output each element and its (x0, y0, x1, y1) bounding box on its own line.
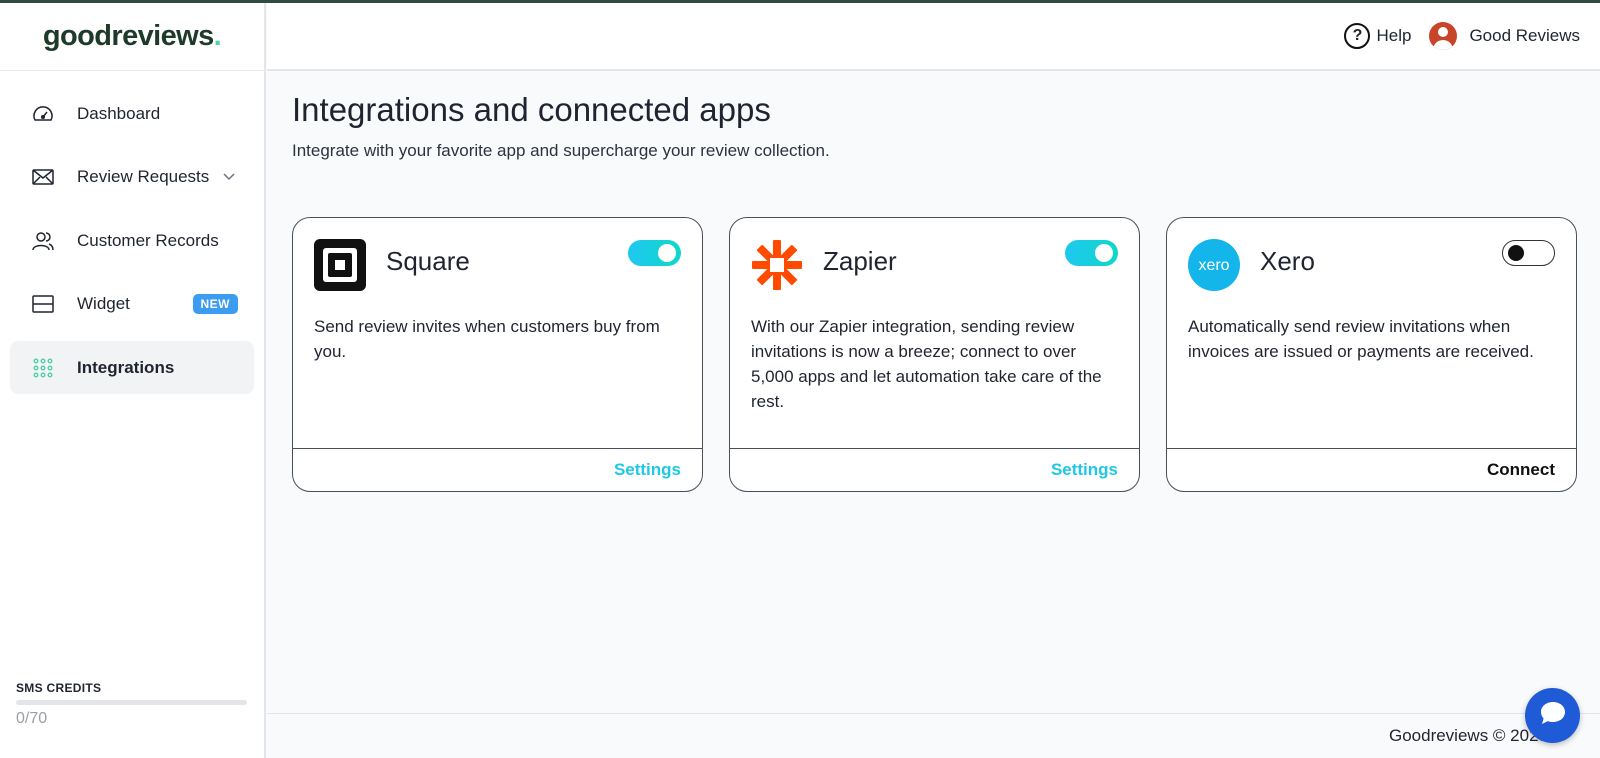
logo-area: goodreviews. (0, 3, 264, 71)
copyright-text: Goodreviews © 2023 (1388, 726, 1548, 745)
page-subtitle: Integrate with your favorite app and sup… (292, 141, 830, 160)
sidebar-item-dashboard[interactable]: Dashboard (10, 87, 254, 140)
zapier-logo-icon (751, 239, 803, 291)
sms-credits-label: SMS CREDITS (16, 681, 102, 695)
square-toggle[interactable] (628, 240, 681, 266)
sidebar-item-integrations[interactable]: Integrations (10, 341, 254, 394)
xero-connect-button[interactable]: Connect (1487, 460, 1555, 480)
integration-name: Zapier (823, 246, 897, 276)
integration-name: Square (386, 246, 470, 276)
chat-bubble-icon (1539, 700, 1567, 731)
card-footer: Connect (1167, 448, 1576, 491)
toggle-knob (1095, 244, 1113, 262)
sidebar-item-review-requests[interactable]: Review Requests (10, 151, 254, 204)
sidebar-item-widget[interactable]: Widget NEW (10, 278, 254, 331)
sms-credits: SMS CREDITS 0/70 (16, 681, 247, 728)
toggle-knob (658, 244, 676, 262)
integration-cards: Square Send review invites when customer… (292, 217, 1577, 492)
page-footer: Goodreviews © 2023 (267, 713, 1600, 758)
users-icon (32, 230, 54, 252)
top-header: ? Help Good Reviews (267, 3, 1600, 71)
new-badge: NEW (192, 294, 238, 314)
help-link[interactable]: ? Help (1344, 23, 1411, 49)
sidebar: goodreviews. Dashboard Review Requests C… (0, 3, 266, 758)
sidebar-item-label: Dashboard (77, 103, 161, 123)
gauge-icon (32, 103, 54, 125)
grid-dots-icon (32, 357, 54, 379)
integration-card-square: Square Send review invites when customer… (292, 217, 703, 492)
xero-logo-icon: xero (1188, 239, 1240, 291)
integration-description: Automatically send review invitations wh… (1188, 317, 1534, 361)
sms-credits-bar (16, 700, 247, 705)
card-footer: Settings (293, 448, 702, 491)
sidebar-item-label: Review Requests (77, 167, 210, 186)
question-circle-icon: ? (1344, 23, 1371, 49)
sidebar-item-label: Widget (77, 294, 130, 313)
square-logo-icon (314, 239, 366, 291)
xero-toggle[interactable] (1502, 240, 1555, 266)
card-footer: Settings (730, 448, 1139, 491)
main-content: Integrations and connected apps Integrat… (267, 73, 1600, 713)
integration-name: Xero (1260, 246, 1315, 276)
integration-card-xero: xero Xero Automatically send review invi… (1166, 217, 1577, 492)
avatar (1429, 22, 1458, 50)
layout-icon (32, 293, 54, 315)
integration-description: Send review invites when customers buy f… (314, 317, 660, 361)
envelope-icon (32, 166, 54, 188)
chat-launcher-button[interactable] (1525, 688, 1580, 743)
xero-logo-text: xero (1198, 257, 1229, 274)
zapier-settings-button[interactable]: Settings (1051, 460, 1118, 480)
user-menu[interactable]: Good Reviews (1429, 22, 1580, 50)
help-label: Help (1376, 26, 1412, 45)
integration-description: With our Zapier integration, sending rev… (751, 317, 1102, 411)
sidebar-item-label: Integrations (77, 357, 175, 377)
user-name: Good Reviews (1469, 26, 1580, 45)
toggle-knob (1508, 245, 1524, 261)
square-settings-button[interactable]: Settings (614, 460, 681, 480)
page-title: Integrations and connected apps (292, 91, 771, 128)
sms-credits-count: 0/70 (16, 710, 48, 727)
sidebar-nav: Dashboard Review Requests Customer Recor… (0, 71, 264, 394)
brand-logo[interactable]: goodreviews. (43, 20, 222, 53)
sidebar-item-customer-records[interactable]: Customer Records (10, 214, 254, 267)
chevron-down-icon[interactable] (223, 173, 235, 181)
zapier-toggle[interactable] (1065, 240, 1118, 266)
integration-card-zapier: Zapier With our Zapier integration, send… (729, 217, 1140, 492)
sidebar-item-label: Customer Records (77, 230, 219, 250)
